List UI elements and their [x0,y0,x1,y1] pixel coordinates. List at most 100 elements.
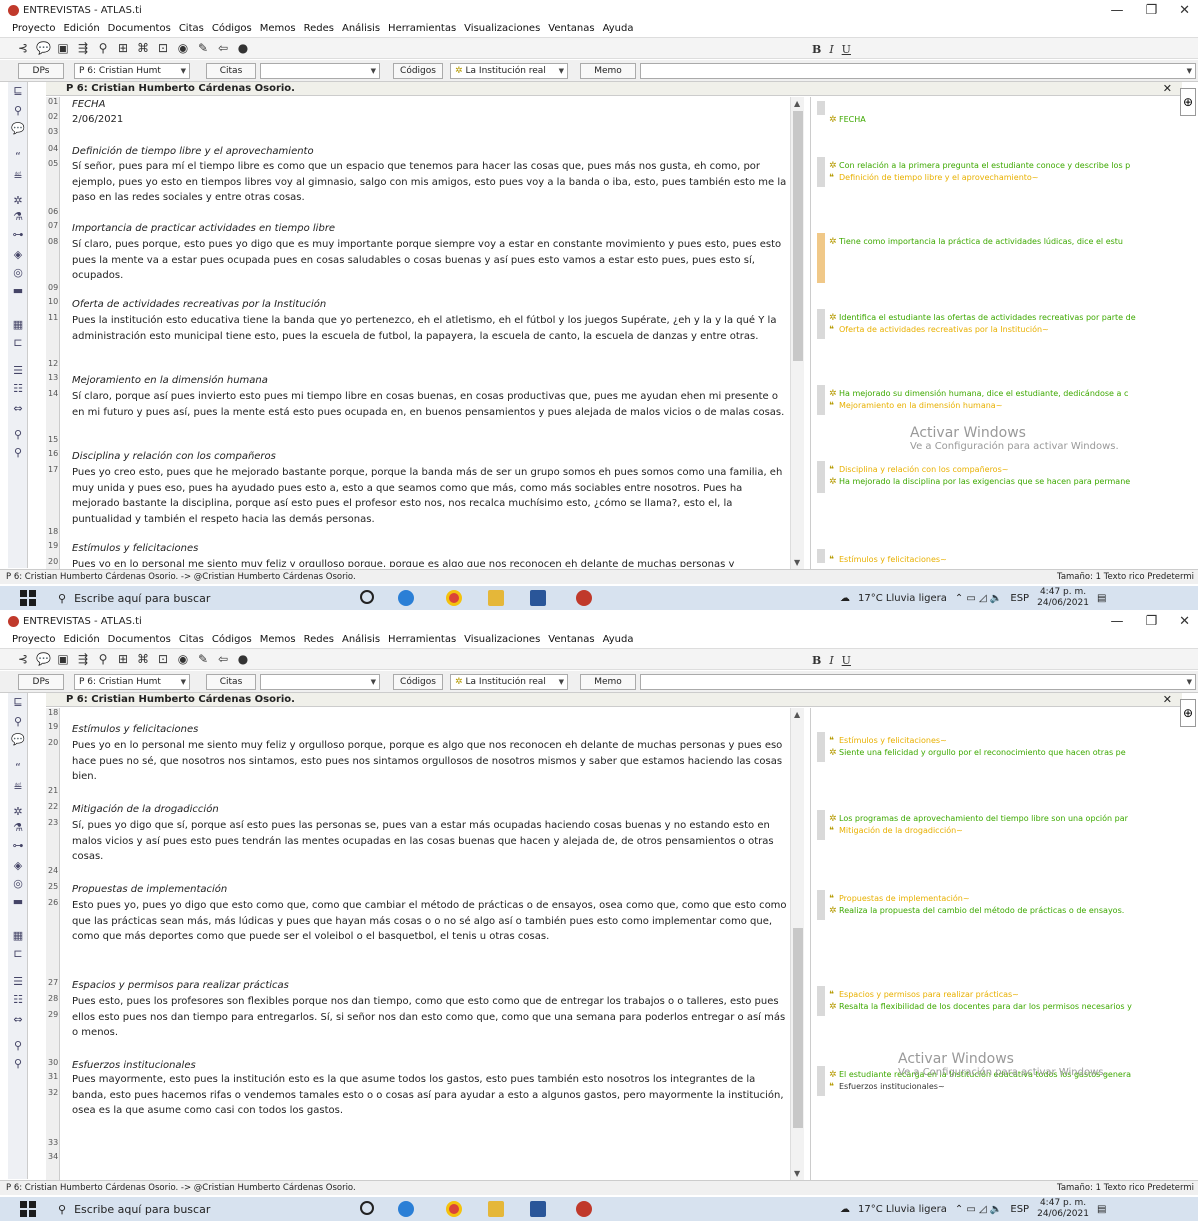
quotation-bracket[interactable] [817,732,825,762]
plus-icon[interactable]: ⊕ [1180,699,1196,727]
margin-code[interactable]: ✲ Resalta la flexibilidad de los docente… [829,1002,1179,1014]
maximize-icon[interactable]: ❐ [1145,3,1157,18]
margin-code[interactable]: ✲ Siente una felicidad y orgullo por el … [829,748,1179,760]
web-icon[interactable]: ◉ [176,652,190,666]
margin-quotation[interactable]: ❝ Propuestas de implementación~ [829,894,1179,906]
codes-icon[interactable]: ⊡ [156,41,170,55]
zoom-in-icon[interactable]: ⚲ [11,1039,25,1053]
menu-item[interactable]: Herramientas [388,23,456,34]
code-select[interactable]: ✲ La Institución real ▼ [450,674,568,690]
menu-item[interactable]: Análisis [342,23,380,34]
quotation-bracket[interactable] [817,986,825,1016]
quotation-bracket[interactable] [817,461,825,493]
chrome-icon[interactable] [446,1201,462,1217]
zoom-icon[interactable]: ⚲ [11,715,25,729]
close-icon[interactable]: ✕ [1163,82,1172,96]
menu-item[interactable]: Memos [260,634,296,645]
menu-item[interactable]: Ventanas [548,23,594,34]
code-icon[interactable]: ✲ [11,805,25,819]
open-icon[interactable]: ⊞ [116,652,130,666]
format-button[interactable]: U [842,43,851,56]
citas-button[interactable]: Citas [206,63,256,79]
menu-item[interactable]: Memos [260,23,296,34]
margin-area[interactable]: ✲ FECHA ✲ Con relación a la primera pregu… [810,97,1180,569]
document-text[interactable]: Estímulos y felicitaciones Pues yo en lo … [62,708,790,1180]
menu-item[interactable]: Proyecto [12,23,55,34]
menu-item[interactable]: Visualizaciones [464,23,540,34]
menu-item[interactable]: Redes [304,23,334,34]
comment-icon[interactable]: 💬 [11,122,25,136]
list-alt-icon[interactable]: ☷ [11,993,25,1007]
format-button[interactable]: U [842,654,851,667]
open-icon[interactable]: ⊞ [116,41,130,55]
save-icon[interactable]: ▣ [56,41,70,55]
margin-icon[interactable]: ⊑ [11,84,25,98]
clock[interactable]: 4:47 p. m. 24/06/2021 [1037,1198,1089,1220]
quotation-bracket[interactable] [817,309,825,339]
counter-icon[interactable]: ▦ [11,929,25,943]
bomb-icon[interactable]: ● [236,41,250,55]
menu-item[interactable]: Ventanas [548,634,594,645]
margin-code[interactable]: ✲ Ha mejorado su dimensión humana, dice … [829,389,1179,401]
taskbar-search[interactable]: ⚲ Escribe aquí para buscar [58,1197,210,1221]
menu-item[interactable]: Redes [304,634,334,645]
vertical-scrollbar[interactable]: ▲ ▼ [790,97,804,569]
tray-icons[interactable]: ⌃ ▭ ◿ 🔈 [955,1204,1003,1215]
frame-icon[interactable]: ⊏ [11,947,25,961]
margin-code[interactable]: ✲ Realiza la propuesta del cambio del mé… [829,906,1179,918]
edge-icon[interactable] [398,1201,414,1217]
menu-item[interactable]: Herramientas [388,634,456,645]
margin-quotation[interactable]: ❝ Definición de tiempo libre y el aprove… [829,173,1179,185]
close-icon[interactable]: ✕ [1179,3,1190,18]
quotation-bracket[interactable] [817,101,825,115]
document-select[interactable]: P 6: Cristian Humt ▼ [74,63,190,79]
menu-item[interactable]: Ayuda [603,23,634,34]
margin-quotation[interactable]: ❝ Mejoramiento en la dimensión humana~ [829,401,1179,413]
menu-item[interactable]: Citas [179,634,204,645]
split-icon[interactable]: ⇶ [76,41,90,55]
quotation-bracket[interactable] [817,233,825,283]
comment-icon[interactable]: 💬 [36,652,51,666]
search-binoculars-icon[interactable]: ⚲ [96,652,110,666]
number-icon[interactable]: ≝ [11,170,25,184]
zoom-out-icon[interactable]: ⚲ [11,1057,25,1071]
memo-button[interactable]: Memo [580,674,636,690]
tools-icon[interactable]: ✎ [196,41,210,55]
vertical-scrollbar[interactable]: ▲ ▼ [790,708,804,1180]
menu-item[interactable]: Proyecto [12,634,55,645]
scroll-up-icon[interactable]: ▲ [794,710,800,719]
cortana-icon[interactable] [360,590,374,604]
windows-start-icon[interactable] [20,1201,36,1217]
format-button[interactable]: B [812,654,821,667]
citas-button[interactable]: Citas [206,674,256,690]
atlas-taskbar-icon[interactable] [576,590,592,606]
menu-item[interactable]: Documentos [108,23,171,34]
target-icon[interactable]: ◎ [11,266,25,280]
margin-quotation[interactable]: ❝ Esfuerzos institucionales~ [829,1082,1179,1094]
notification-icon[interactable]: ▤ [1097,593,1106,604]
split-icon[interactable]: ⇶ [76,652,90,666]
minimize-icon[interactable]: — [1110,614,1123,629]
menu-item[interactable]: Edición [63,634,99,645]
menu-item[interactable]: Documentos [108,634,171,645]
windows-start-icon[interactable] [20,590,36,606]
plus-icon[interactable]: ⊕ [1180,88,1196,116]
quotation-bracket[interactable] [817,157,825,187]
file-explorer-icon[interactable] [488,1201,504,1217]
document-select[interactable]: P 6: Cristian Humt ▼ [74,674,190,690]
search-binoculars-icon[interactable]: ⚲ [96,41,110,55]
margin-quotation[interactable]: ❝ Estímulos y felicitaciones~ [829,555,1179,567]
quotation-bracket[interactable] [817,810,825,840]
edge-icon[interactable] [398,590,414,606]
quote-icon[interactable]: “ [11,761,25,775]
memo-icon[interactable]: ▬ [11,284,25,298]
word-icon[interactable] [530,1201,546,1217]
network-icon[interactable]: ⌘ [136,652,150,666]
margin-code[interactable]: ✲ Identifica el estudiante las ofertas d… [829,313,1179,325]
clock[interactable]: 4:47 p. m. 24/06/2021 [1037,587,1089,609]
chrome-icon[interactable] [446,590,462,606]
frame-icon[interactable]: ⊏ [11,336,25,350]
arrows-icon[interactable]: ⇔ [11,1013,25,1027]
notification-icon[interactable]: ▤ [1097,1204,1106,1215]
quotation-bracket[interactable] [817,549,825,563]
